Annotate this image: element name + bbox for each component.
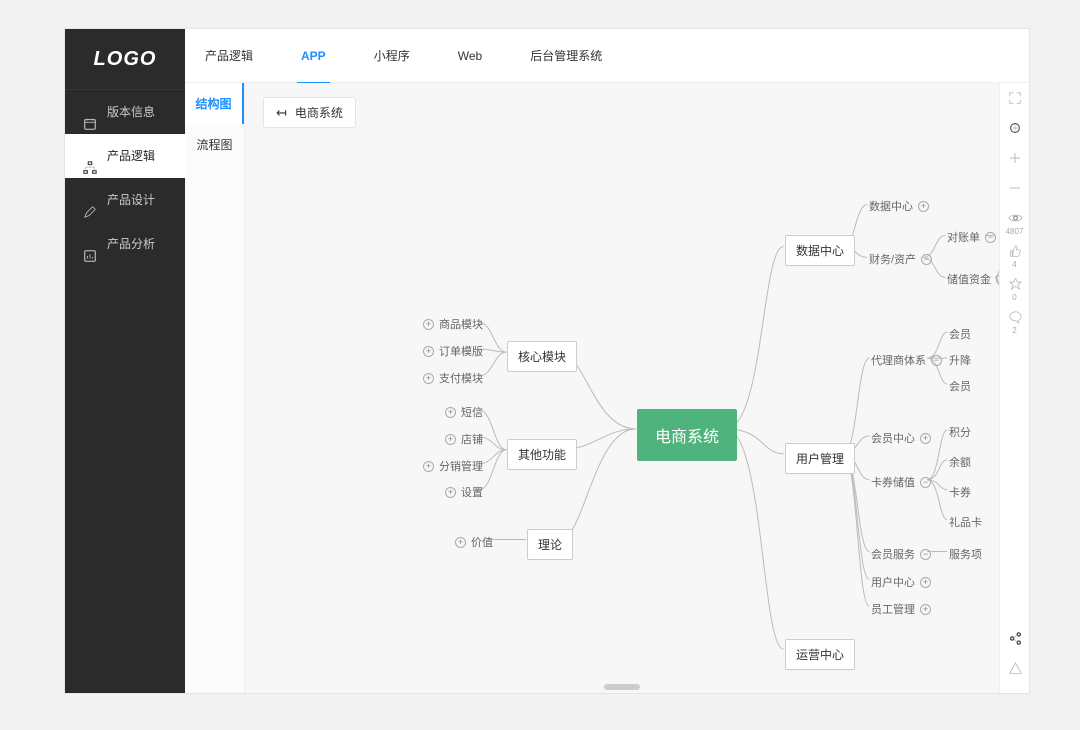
leaf[interactable]: 积分 xyxy=(949,424,971,440)
right-toolbar: 4807 4 0 2 xyxy=(999,83,1029,693)
views-count: 4807 xyxy=(1000,227,1029,236)
leaf[interactable]: 员工管理+ xyxy=(871,601,931,617)
node-core-module[interactable]: 核心模块 xyxy=(507,341,577,372)
sidebar-item-version[interactable]: 版本信息 xyxy=(65,90,185,134)
fit-to-screen-button[interactable] xyxy=(1000,113,1030,143)
collapse-icon: − xyxy=(931,355,942,366)
sidebar-item-label: 产品分析 xyxy=(107,222,155,266)
leaf[interactable]: +价值 xyxy=(455,534,493,550)
leaf[interactable]: 服务项 xyxy=(949,546,982,562)
leaf[interactable]: 会员中心+ xyxy=(871,430,931,446)
expand-icon: + xyxy=(920,604,931,615)
sub-tabs: 结构图 流程图 xyxy=(185,83,245,693)
leaf[interactable]: +订单模版 xyxy=(423,343,483,359)
leaf[interactable]: 数据中心+ xyxy=(869,198,929,214)
leaf[interactable]: +分销管理 xyxy=(423,458,483,474)
scrollbar-horizontal[interactable] xyxy=(604,684,640,690)
subtab-flow[interactable]: 流程图 xyxy=(185,124,244,165)
node-other-features[interactable]: 其他功能 xyxy=(507,439,577,470)
sidebar-item-label: 产品逻辑 xyxy=(107,134,155,178)
expand-icon: + xyxy=(920,433,931,444)
like-count: 4 xyxy=(1000,260,1029,269)
fullscreen-button[interactable] xyxy=(1000,83,1030,113)
top-tabs: 产品逻辑 APP 小程序 Web 后台管理系统 xyxy=(185,29,1029,83)
expand-icon: + xyxy=(445,434,456,445)
expand-icon: + xyxy=(423,346,434,357)
tab-app[interactable]: APP xyxy=(301,45,326,67)
collapse-icon: − xyxy=(920,549,931,560)
mindmap-canvas[interactable]: ↤ 电商系统 xyxy=(245,83,999,693)
leaf[interactable]: 代理商体系− xyxy=(871,352,942,368)
share-button[interactable] xyxy=(1000,623,1030,653)
fav-count: 0 xyxy=(1000,293,1029,302)
leaf[interactable]: 卡券 xyxy=(949,484,971,500)
zoom-out-button[interactable] xyxy=(1000,173,1030,203)
leaf[interactable]: 对账单− xyxy=(947,229,996,245)
tab-admin[interactable]: 后台管理系统 xyxy=(530,43,602,68)
sidebar-item-label: 版本信息 xyxy=(107,90,155,134)
node-theory[interactable]: 理论 xyxy=(527,529,573,560)
sidebar-item-design[interactable]: 产品设计 xyxy=(65,178,185,222)
sidebar: LOGO 版本信息 产品逻辑 产品设计 产品分析 xyxy=(65,29,185,693)
pencil-icon xyxy=(83,193,97,207)
expand-icon: + xyxy=(445,407,456,418)
expand-icon: + xyxy=(423,319,434,330)
leaf[interactable]: 储值资金− xyxy=(947,271,999,287)
expand-icon: + xyxy=(445,487,456,498)
leaf[interactable]: 会员 xyxy=(949,326,971,342)
leaf[interactable]: +设置 xyxy=(445,484,483,500)
tab-miniapp[interactable]: 小程序 xyxy=(374,43,410,68)
sidebar-item-label: 产品设计 xyxy=(107,178,155,222)
sidebar-item-logic[interactable]: 产品逻辑 xyxy=(65,134,185,178)
subtab-structure[interactable]: 结构图 xyxy=(185,83,244,124)
expand-icon: + xyxy=(423,461,434,472)
leaf[interactable]: 余额 xyxy=(949,454,971,470)
expand-icon: + xyxy=(920,577,931,588)
leaf[interactable]: +支付模块 xyxy=(423,370,483,386)
leaf[interactable]: +短信 xyxy=(445,404,483,420)
leaf[interactable]: +店铺 xyxy=(445,431,483,447)
tab-web[interactable]: Web xyxy=(458,45,482,67)
comment-count: 2 xyxy=(1000,326,1029,335)
report-button[interactable] xyxy=(1000,653,1030,683)
leaf[interactable]: 会员 xyxy=(949,378,971,394)
node-ops-center[interactable]: 运营中心 xyxy=(785,639,855,670)
leaf[interactable]: 会员服务− xyxy=(871,546,931,562)
sidebar-item-analysis[interactable]: 产品分析 xyxy=(65,222,185,266)
expand-icon: + xyxy=(455,537,466,548)
sitemap-icon xyxy=(83,149,97,163)
leaf[interactable]: 礼品卡 xyxy=(949,514,982,530)
node-user-mgmt[interactable]: 用户管理 xyxy=(785,443,855,474)
expand-icon: + xyxy=(918,201,929,212)
leaf[interactable]: +商品模块 xyxy=(423,316,483,332)
leaf[interactable]: 财务/资产− xyxy=(869,251,932,267)
logo: LOGO xyxy=(65,29,185,89)
expand-icon: + xyxy=(423,373,434,384)
collapse-icon: − xyxy=(920,477,931,488)
chart-icon xyxy=(83,237,97,251)
leaf[interactable]: 升降 xyxy=(949,352,971,368)
zoom-in-button[interactable] xyxy=(1000,143,1030,173)
node-data-center[interactable]: 数据中心 xyxy=(785,235,855,266)
collapse-icon: − xyxy=(985,232,996,243)
tab-product-logic[interactable]: 产品逻辑 xyxy=(205,43,253,68)
calendar-icon xyxy=(83,105,97,119)
collapse-icon: − xyxy=(921,254,932,265)
mindmap-root[interactable]: 电商系统 xyxy=(637,409,737,461)
leaf[interactable]: 卡券储值− xyxy=(871,474,931,490)
leaf[interactable]: 用户中心+ xyxy=(871,574,931,590)
